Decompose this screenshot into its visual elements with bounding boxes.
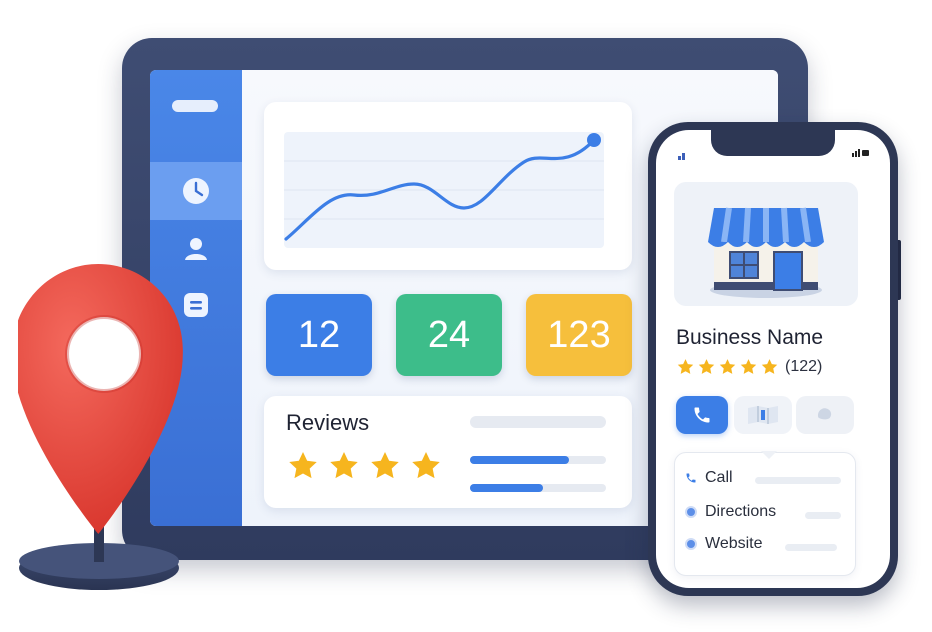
placeholder-line <box>785 544 837 551</box>
phone-device: Business Name (122) Call Directions Webs… <box>648 122 898 596</box>
battery-icon <box>852 149 870 157</box>
reviews-card: Reviews <box>264 396 632 508</box>
star-icon <box>330 452 358 479</box>
contact-label: Website <box>705 535 763 552</box>
stat-value: 24 <box>427 313 471 356</box>
storefront-icon <box>708 207 824 298</box>
phone-icon <box>694 407 710 423</box>
star-icon <box>371 452 399 479</box>
location-dot-icon <box>685 506 697 518</box>
call-action-button[interactable] <box>676 396 728 434</box>
star-icon <box>719 359 736 374</box>
stat-card-yellow[interactable]: 123 <box>526 294 632 376</box>
trend-chart-area <box>284 132 604 248</box>
menu-bar-icon[interactable] <box>172 100 218 112</box>
chat-icon <box>818 408 832 420</box>
clock-icon <box>183 178 209 204</box>
rating-bar-fill <box>470 456 570 464</box>
star-icon <box>740 359 757 374</box>
directions-action-button[interactable] <box>734 396 792 434</box>
reviews-stars <box>286 450 443 482</box>
contact-label: Call <box>705 469 733 486</box>
user-icon <box>185 238 207 260</box>
signal-icon <box>678 152 688 162</box>
phone-notch <box>711 130 835 156</box>
map-icon <box>748 406 778 424</box>
contact-row-website[interactable]: Website <box>685 535 763 553</box>
rating-count: (122) <box>785 358 823 375</box>
business-name: Business Name <box>676 326 824 349</box>
phone-screen: Business Name (122) Call Directions Webs… <box>656 130 890 588</box>
star-icon <box>761 359 778 374</box>
trend-endpoint <box>587 133 601 147</box>
location-pin-icon <box>11 262 198 597</box>
store-image <box>674 182 858 306</box>
sidebar-item-clock[interactable] <box>150 162 242 220</box>
contact-label: Directions <box>705 503 777 520</box>
stat-card-green[interactable]: 24 <box>396 294 502 376</box>
stat-value: 12 <box>297 313 341 356</box>
contact-card: Call Directions Website <box>674 451 856 576</box>
placeholder-line <box>805 512 841 519</box>
stat-card-blue[interactable]: 12 <box>266 294 372 376</box>
trend-line-chart <box>284 133 604 241</box>
star-icon <box>698 359 715 374</box>
stat-value: 123 <box>547 313 611 356</box>
rating-bar-fill <box>470 484 544 492</box>
message-action-button[interactable] <box>796 396 854 434</box>
trend-chart-card <box>264 102 632 270</box>
contact-row-directions[interactable]: Directions <box>685 503 776 521</box>
placeholder-line <box>470 416 606 428</box>
placeholder-line <box>755 477 841 484</box>
star-icon <box>677 359 694 374</box>
star-icon <box>289 452 317 479</box>
caret-icon <box>761 451 777 459</box>
reviews-title: Reviews <box>286 410 370 435</box>
rating-bar <box>470 484 606 492</box>
contact-row-call[interactable]: Call <box>685 469 733 487</box>
globe-dot-icon <box>685 538 697 550</box>
business-rating: (122) <box>676 358 822 376</box>
star-icon <box>412 452 440 479</box>
phone-icon <box>686 473 696 483</box>
rating-bar <box>470 456 606 464</box>
